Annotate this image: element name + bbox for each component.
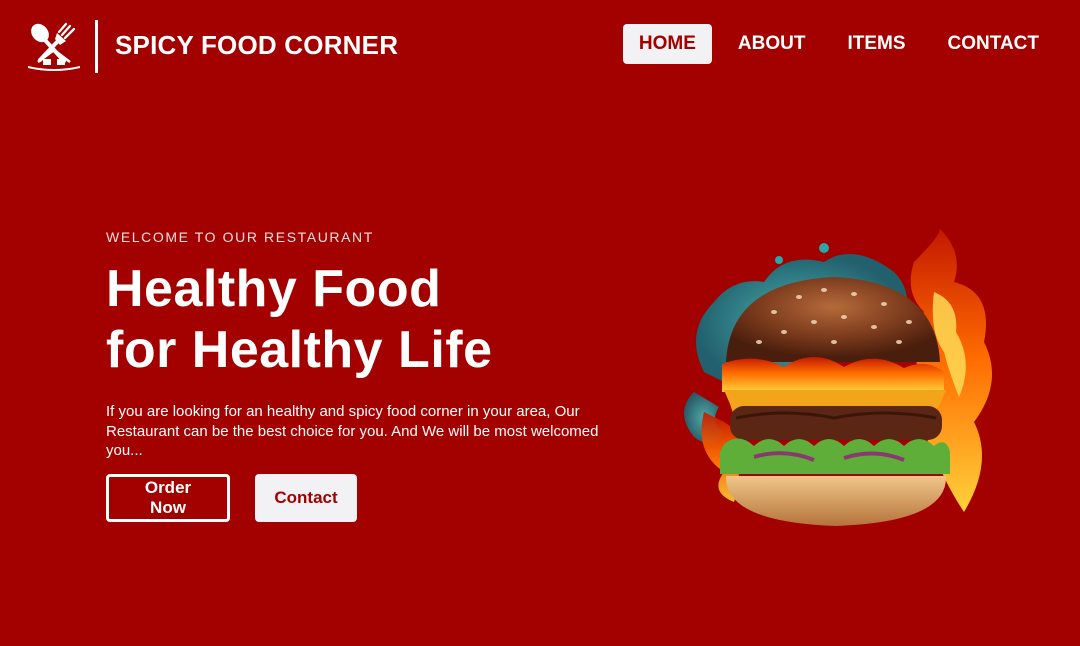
- nav-about-link[interactable]: ABOUT: [722, 24, 822, 64]
- order-now-button[interactable]: Order Now: [106, 474, 230, 522]
- hero-actions: Order Now Contact: [106, 474, 357, 522]
- hero-kicker: WELCOME TO OUR RESTAURANT: [106, 229, 374, 245]
- top-navigation-bar: SPICY FOOD CORNER HOME ABOUT ITEMS CONTA…: [0, 0, 1080, 94]
- hero-headline-line1: Healthy Food: [106, 260, 442, 318]
- contact-button[interactable]: Contact: [255, 474, 357, 522]
- main-nav: HOME ABOUT ITEMS CONTACT: [613, 24, 1055, 64]
- hero-description: If you are looking for an healthy and sp…: [106, 403, 599, 459]
- brand-name[interactable]: SPICY FOOD CORNER: [115, 30, 398, 61]
- restaurant-utensils-icon[interactable]: [26, 20, 82, 72]
- flaming-burger-image: [664, 222, 1012, 540]
- hero-headline-line2: for Healthy Life: [106, 321, 493, 379]
- nav-contact-link[interactable]: CONTACT: [932, 24, 1055, 64]
- hero-headline: Healthy Food for Healthy Life: [106, 259, 626, 381]
- nav-home-link[interactable]: HOME: [622, 24, 712, 64]
- brand-divider: [95, 20, 98, 73]
- nav-items-link[interactable]: ITEMS: [831, 24, 921, 64]
- hero-section: WELCOME TO OUR RESTAURANT Healthy Food f…: [106, 229, 626, 461]
